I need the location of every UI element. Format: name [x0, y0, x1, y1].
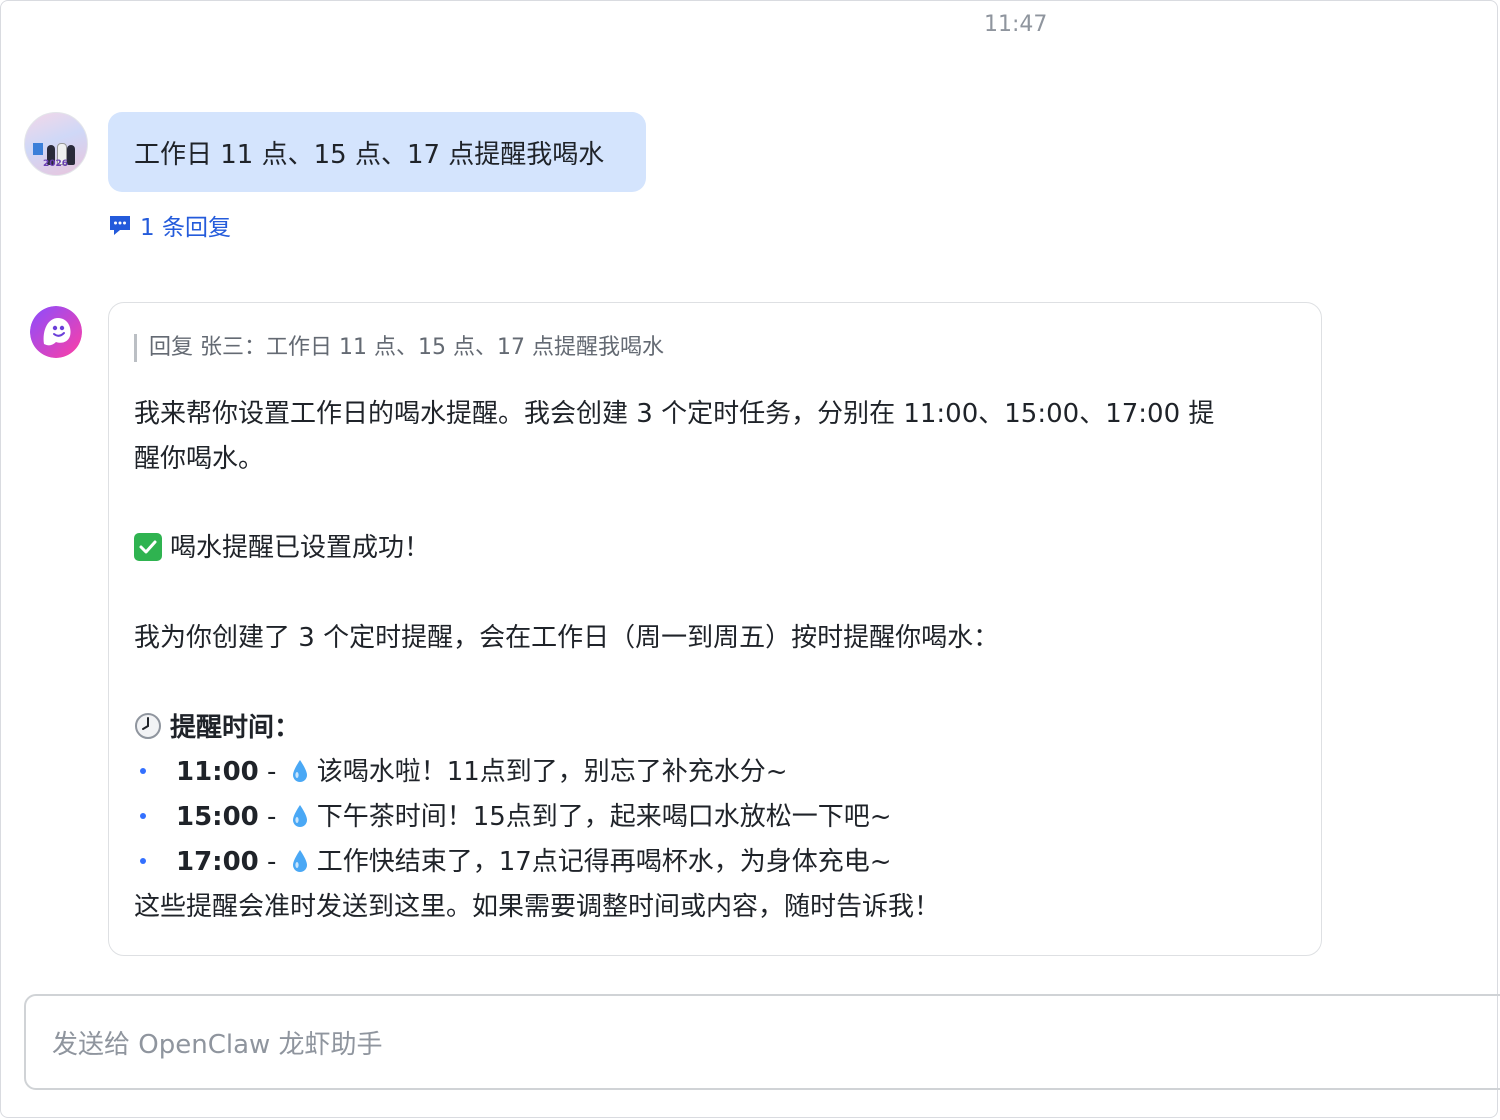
reminder-text: 该喝水啦！11点到了，别忘了补充水分~	[316, 757, 788, 787]
reminder-item: 15:00 - 下午茶时间！15点到了，起来喝口水放松一下吧~	[140, 799, 892, 835]
avatar-decoration	[33, 143, 43, 155]
message-timestamp: 11:47	[984, 12, 1048, 37]
user-message-bubble[interactable]: 工作日 11 点、15 点、17 点提醒我喝水	[108, 112, 646, 192]
composer-placeholder: 发送给 OpenClaw 龙虾助手	[52, 1029, 383, 1060]
reminder-item: 17:00 - 工作快结束了，17点记得再喝杯水，为身体充电~	[140, 844, 892, 880]
times-heading: 提醒时间：	[134, 710, 300, 746]
bot-intro-line-1: 我来帮你设置工作日的喝水提醒。我会创建 3 个定时任务，分别在 11:00、15…	[134, 399, 1215, 429]
created-line: 我为你创建了 3 个定时提醒，会在工作日（周一到周五）按时提醒你喝水：	[134, 623, 1000, 653]
bot-intro-line-2: 醒你喝水。	[134, 444, 265, 474]
quoted-reply[interactable]: 回复 张三：工作日 11 点、15 点、17 点提醒我喝水	[134, 334, 664, 362]
reminder-time: 15:00	[176, 802, 259, 832]
times-heading-text: 提醒时间：	[170, 713, 301, 743]
check-icon	[134, 533, 162, 561]
reply-count-label: 1 条回复	[140, 215, 231, 241]
reminder-separator: -	[258, 757, 285, 787]
avatar-year-text: 2026	[43, 159, 69, 169]
reminder-separator: -	[258, 847, 285, 877]
water-drop-icon	[292, 850, 307, 872]
user-avatar[interactable]: 2026	[24, 112, 88, 176]
water-drop-icon	[292, 760, 307, 782]
thread-reply-link[interactable]: 1 条回复	[108, 208, 231, 242]
reminder-text: 工作快结束了，17点记得再喝杯水，为身体充电~	[316, 847, 892, 877]
message-composer-input[interactable]: 发送给 OpenClaw 龙虾助手	[24, 994, 1500, 1090]
success-text: 喝水提醒已设置成功！	[170, 533, 431, 563]
reply-comment-icon	[110, 216, 130, 235]
reminder-item: 11:00 - 该喝水啦！11点到了，别忘了补充水分~	[140, 754, 788, 790]
bullet-dot	[140, 768, 146, 774]
reminder-time: 11:00	[176, 757, 259, 787]
reminder-time: 17:00	[176, 847, 259, 877]
reminder-separator: -	[258, 802, 285, 832]
success-line: 喝水提醒已设置成功！	[134, 530, 430, 566]
water-drop-icon	[292, 805, 307, 827]
bot-ghost-icon	[30, 306, 82, 358]
bullet-dot	[140, 858, 146, 864]
reminder-text: 下午茶时间！15点到了，起来喝口水放松一下吧~	[316, 802, 892, 832]
clock-icon	[135, 713, 161, 739]
bot-avatar[interactable]	[30, 306, 82, 358]
bullet-dot	[140, 813, 146, 819]
closing-line: 这些提醒会准时发送到这里。如果需要调整时间或内容，随时告诉我！	[134, 892, 941, 922]
